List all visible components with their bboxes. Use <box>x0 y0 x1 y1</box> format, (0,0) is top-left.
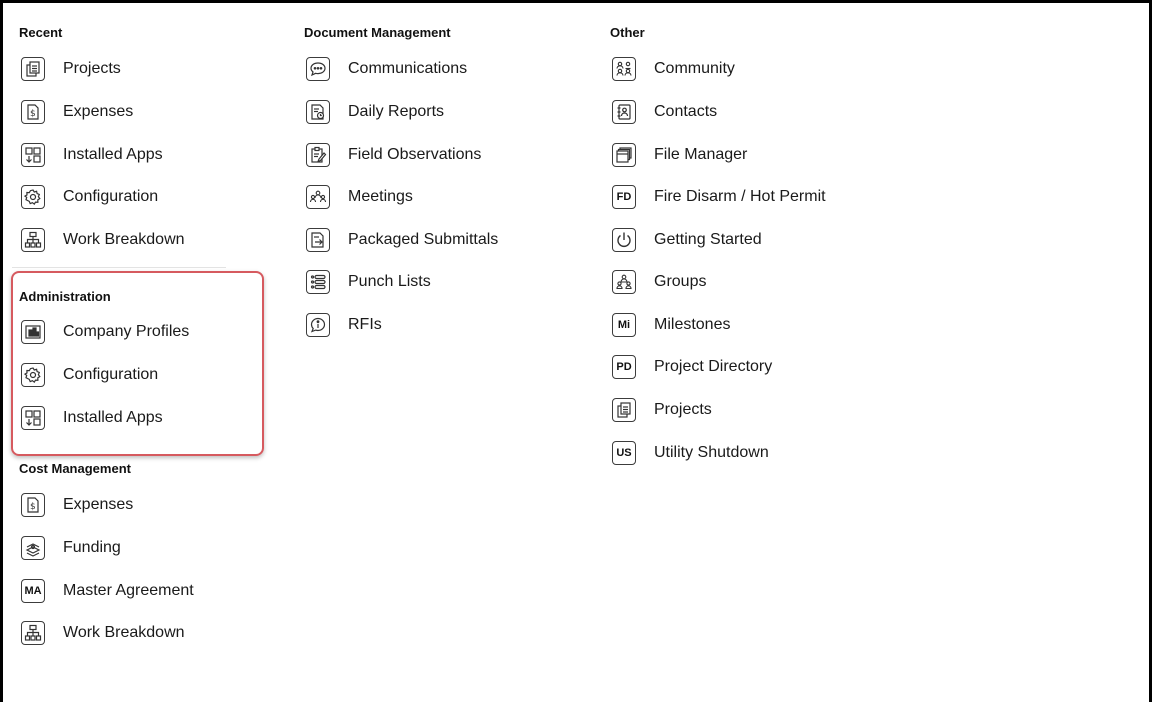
cost-item-label: Work Breakdown <box>63 624 185 641</box>
installed-apps-icon <box>21 143 45 167</box>
other-item-label: Projects <box>654 401 712 418</box>
packaged-submittals-icon <box>306 228 330 252</box>
recent-item-projects[interactable]: Projects <box>21 54 121 84</box>
admin-item-label: Company Profiles <box>63 323 190 340</box>
cost-item-master-agreement[interactable]: MA Master Agreement <box>21 576 194 606</box>
other-item-label: Milestones <box>654 316 731 333</box>
other-item-label: Contacts <box>654 103 718 120</box>
text-badge-icon: US <box>612 441 636 465</box>
recent-item-configuration[interactable]: Configuration <box>21 182 158 212</box>
other-item-projects[interactable]: Projects <box>612 395 712 425</box>
other-item-community[interactable]: Community <box>612 54 735 84</box>
other-item-label: Getting Started <box>654 231 762 248</box>
doc-item-label: Daily Reports <box>348 103 445 120</box>
other-item-label: File Manager <box>654 146 748 163</box>
recent-item-expenses[interactable]: $ Expenses <box>21 97 133 127</box>
projects-icon <box>21 57 45 81</box>
doc-item-meetings[interactable]: Meetings <box>306 182 413 212</box>
doc-item-label: Communications <box>348 60 468 77</box>
gear-icon <box>21 185 45 209</box>
recent-item-label: Work Breakdown <box>63 231 185 248</box>
admin-item-company-profiles[interactable]: Company Profiles <box>21 317 189 347</box>
recent-item-work-breakdown[interactable]: Work Breakdown <box>21 225 185 255</box>
admin-item-installed-apps[interactable]: Installed Apps <box>21 403 163 433</box>
work-breakdown-icon <box>21 621 45 645</box>
svg-text:$: $ <box>30 109 36 119</box>
admin-item-label: Configuration <box>63 366 159 383</box>
other-item-label: Utility Shutdown <box>654 444 769 461</box>
heading-document-management: Document Management <box>304 25 451 40</box>
doc-item-field-observations[interactable]: Field Observations <box>306 140 481 170</box>
cost-item-funding[interactable]: Funding <box>21 533 121 563</box>
doc-item-daily-reports[interactable]: Daily Reports <box>306 97 444 127</box>
doc-item-label: Packaged Submittals <box>348 231 499 248</box>
doc-item-label: RFIs <box>348 316 382 333</box>
people-group-icon <box>306 185 330 209</box>
other-item-fire-disarm[interactable]: FD Fire Disarm / Hot Permit <box>612 182 826 212</box>
installed-apps-icon <box>21 406 45 430</box>
other-item-project-directory[interactable]: PD Project Directory <box>612 352 772 382</box>
heading-recent: Recent <box>19 25 63 40</box>
text-badge-icon: Mi <box>612 313 636 337</box>
recent-item-installed-apps[interactable]: Installed Apps <box>21 140 163 170</box>
recent-item-label: Expenses <box>63 103 134 120</box>
admin-item-configuration[interactable]: Configuration <box>21 360 158 390</box>
cost-item-label: Master Agreement <box>63 582 194 599</box>
doc-item-punch-lists[interactable]: Punch Lists <box>306 267 431 297</box>
recent-item-label: Configuration <box>63 188 159 205</box>
contacts-book-icon <box>612 100 636 124</box>
other-item-contacts[interactable]: Contacts <box>612 97 717 127</box>
doc-item-packaged-submittals[interactable]: Packaged Submittals <box>306 225 498 255</box>
cost-item-work-breakdown[interactable]: Work Breakdown <box>21 618 185 648</box>
file-manager-icon <box>612 143 636 167</box>
power-icon <box>612 228 636 252</box>
admin-item-label: Installed Apps <box>63 409 163 426</box>
recent-item-label: Installed Apps <box>63 146 163 163</box>
other-item-milestones[interactable]: Mi Milestones <box>612 310 730 340</box>
cost-item-expenses[interactable]: $ Expenses <box>21 490 133 520</box>
daily-reports-icon <box>306 100 330 124</box>
doc-item-rfis[interactable]: RFIs <box>306 310 382 340</box>
info-bubble-icon <box>306 313 330 337</box>
text-badge-icon: PD <box>612 355 636 379</box>
other-item-groups[interactable]: Groups <box>612 267 706 297</box>
svg-text:$: $ <box>30 502 36 512</box>
other-item-utility-shutdown[interactable]: US Utility Shutdown <box>612 438 769 468</box>
cost-item-label: Funding <box>63 539 121 556</box>
expenses-icon: $ <box>21 493 45 517</box>
people-group-icon <box>612 270 636 294</box>
heading-other: Other <box>610 25 645 40</box>
field-observations-icon <box>306 143 330 167</box>
heading-cost-management: Cost Management <box>19 461 131 476</box>
speech-bubble-icon <box>306 57 330 81</box>
other-item-label: Fire Disarm / Hot Permit <box>654 188 826 205</box>
divider <box>12 267 226 268</box>
doc-item-label: Punch Lists <box>348 273 431 290</box>
doc-item-communications[interactable]: Communications <box>306 54 467 84</box>
expenses-icon: $ <box>21 100 45 124</box>
other-item-label: Project Directory <box>654 358 773 375</box>
company-profiles-icon <box>21 320 45 344</box>
work-breakdown-icon <box>21 228 45 252</box>
community-icon <box>612 57 636 81</box>
other-item-label: Groups <box>654 273 707 290</box>
text-badge-icon: MA <box>21 579 45 603</box>
other-item-file-manager[interactable]: File Manager <box>612 140 747 170</box>
doc-item-label: Field Observations <box>348 146 482 163</box>
projects-icon <box>612 398 636 422</box>
other-item-label: Community <box>654 60 735 77</box>
recent-item-label: Projects <box>63 60 121 77</box>
cost-item-label: Expenses <box>63 496 134 513</box>
gear-icon <box>21 363 45 387</box>
heading-administration: Administration <box>19 289 111 304</box>
other-item-getting-started[interactable]: Getting Started <box>612 225 762 255</box>
funding-icon <box>21 536 45 560</box>
doc-item-label: Meetings <box>348 188 413 205</box>
text-badge-icon: FD <box>612 185 636 209</box>
list-icon <box>306 270 330 294</box>
